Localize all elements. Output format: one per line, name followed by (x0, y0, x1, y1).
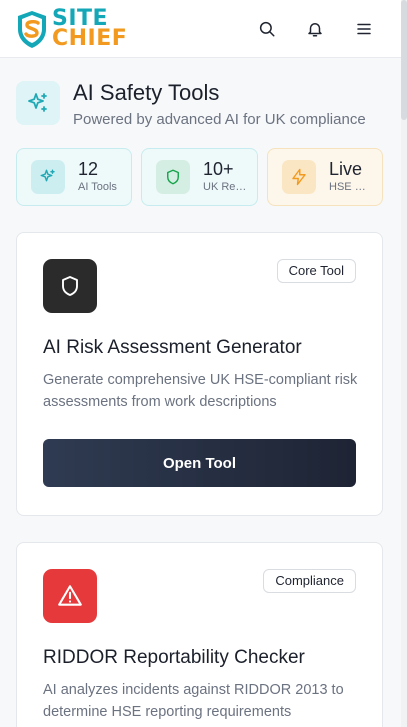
stat-card-ai-tools: 12 AI Tools (16, 148, 132, 206)
search-icon (259, 21, 275, 37)
scrollbar-thumb[interactable] (401, 0, 407, 120)
notifications-button[interactable] (302, 16, 328, 42)
bolt-icon (292, 168, 306, 186)
open-tool-button[interactable]: Open Tool (43, 439, 356, 487)
stat-card-uk-regulations: 10+ UK Regulations (141, 148, 258, 206)
menu-button[interactable] (351, 16, 377, 42)
menu-icon (357, 23, 371, 35)
tool-title: RIDDOR Reportability Checker (43, 647, 305, 668)
shield-icon (62, 276, 78, 296)
tool-icon-box (43, 569, 97, 623)
tool-description: AI analyzes incidents against RIDDOR 201… (43, 682, 344, 720)
logo-text-bottom: CHIEF (52, 26, 128, 51)
sparkles-icon (40, 169, 55, 182)
search-button[interactable] (254, 16, 280, 42)
stat-label: UK Regulations (203, 181, 247, 193)
site-chief-logo[interactable]: SITE CHIEF (16, 8, 127, 50)
tool-card-riddor-checker: Compliance RIDDOR Reportability Checker … (16, 542, 383, 727)
sparkles-icon (28, 93, 47, 112)
tool-description: Generate comprehensive UK HSE-compliant … (43, 372, 358, 410)
stat-card-hse-updates: Live HSE Updates (267, 148, 383, 206)
stat-icon-box (156, 160, 190, 194)
tool-title: AI Risk Assessment Generator (43, 337, 302, 358)
stat-icon-box (282, 160, 316, 194)
warning-triangle-icon (58, 585, 82, 606)
bell-icon (308, 23, 322, 37)
top-bar: SITE CHIEF (0, 0, 407, 58)
tool-badge: Compliance (263, 569, 356, 593)
stat-value: 12 (78, 159, 99, 179)
page-subtitle: Powered by advanced AI for UK compliance (73, 111, 366, 128)
shield-icon (167, 169, 179, 185)
stat-label: AI Tools (78, 181, 117, 193)
logo-mark-icon (18, 11, 46, 48)
tool-card-risk-assessment: Core Tool AI Risk Assessment Generator G… (16, 232, 383, 516)
tool-badge: Core Tool (276, 259, 356, 283)
stat-value: Live (329, 159, 363, 179)
page-title: AI Safety Tools (73, 80, 220, 105)
stat-value: 10+ (203, 159, 234, 179)
tool-icon-box (43, 259, 97, 313)
page-header-icon (16, 81, 60, 125)
stat-label: HSE Updates (329, 181, 373, 193)
stat-icon-box (31, 160, 65, 194)
